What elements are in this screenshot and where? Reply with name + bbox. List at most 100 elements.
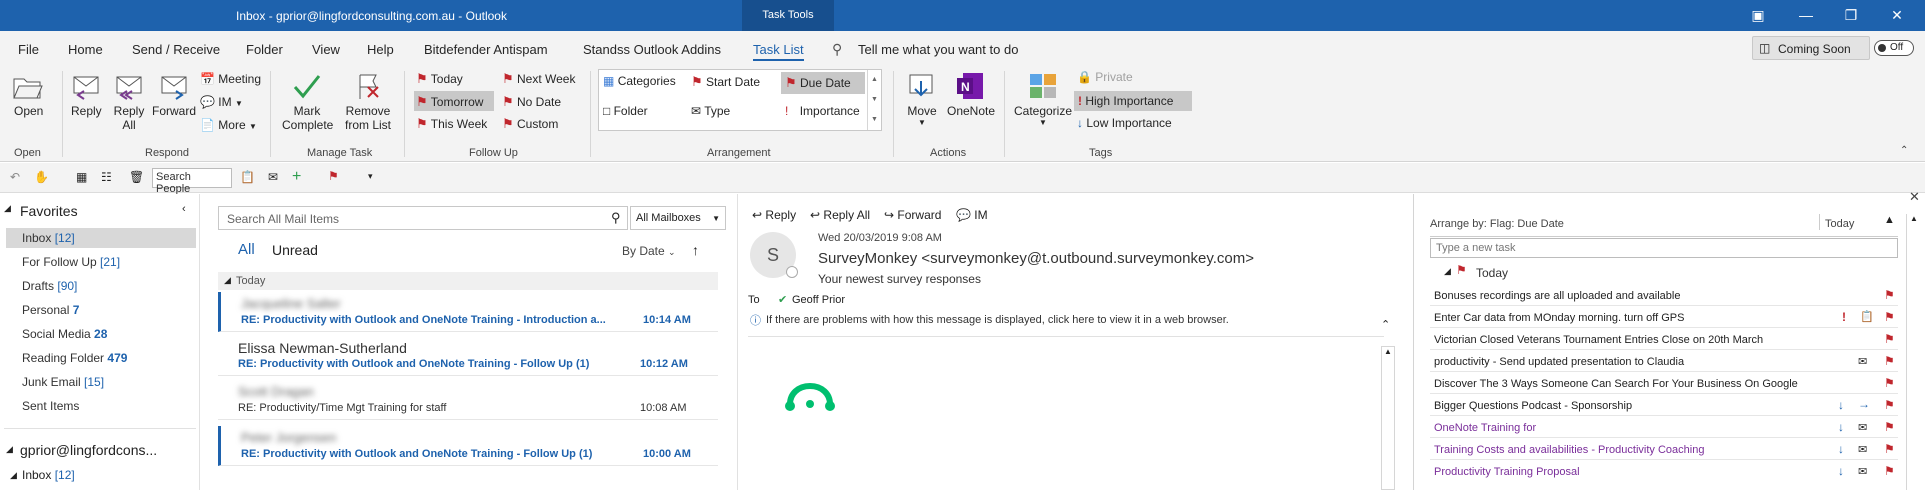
- low-importance-button[interactable]: ↓ Low Importance: [1077, 116, 1172, 130]
- arrange-categories[interactable]: ▦ Categories: [603, 74, 676, 88]
- task-row[interactable]: Productivity Training Proposal ↓ ✉ ⚑: [1414, 460, 1925, 482]
- scroll-up-icon[interactable]: ▲: [1910, 214, 1918, 223]
- filter-all-tab[interactable]: All: [238, 241, 255, 258]
- reply-button[interactable]: Reply: [70, 71, 106, 118]
- task-group-today[interactable]: Today: [1476, 266, 1508, 280]
- flag-icon[interactable]: ⚑: [1884, 354, 1895, 368]
- minimize-button[interactable]: —: [1785, 0, 1827, 31]
- collapse-header-icon[interactable]: ⌃: [1381, 318, 1390, 331]
- flag-icon[interactable]: ⚑: [1884, 332, 1895, 346]
- tab-home[interactable]: Home: [68, 42, 103, 57]
- customize-toolbar-icon[interactable]: ▾: [368, 171, 373, 182]
- folder-reading-folder[interactable]: Reading Folder 479: [22, 351, 127, 365]
- coming-soon-toggle[interactable]: Off: [1874, 40, 1914, 56]
- touch-mode-icon[interactable]: ✋: [34, 170, 49, 184]
- private-button[interactable]: 🔒 Private: [1077, 70, 1133, 84]
- followup-this-week-button[interactable]: ⚑ This Week: [414, 114, 494, 132]
- flag-icon[interactable]: ⚑: [1884, 464, 1895, 478]
- move-button[interactable]: Move ▼: [902, 71, 942, 127]
- im-button[interactable]: 💬 IM ▼: [200, 95, 243, 109]
- task-row[interactable]: Discover The 3 Ways Someone Can Search F…: [1414, 372, 1925, 394]
- tab-help[interactable]: Help: [367, 42, 394, 57]
- forward-button[interactable]: Forward: [152, 71, 196, 118]
- arrange-type[interactable]: ✉ Type: [691, 104, 730, 118]
- task-row[interactable]: Training Costs and availabilities - Prod…: [1414, 438, 1925, 460]
- undo-icon[interactable]: ↶: [10, 170, 20, 184]
- followup-today-button[interactable]: ⚑ Today: [414, 69, 494, 87]
- group-header-today[interactable]: ◢ Today: [218, 272, 718, 290]
- collapse-triangle-icon[interactable]: ◢: [1444, 266, 1451, 277]
- new-task-input[interactable]: Type a new task: [1430, 238, 1898, 258]
- list-item[interactable]: Peter Jorgensen RE: Productivity with Ou…: [218, 426, 718, 466]
- followup-custom-button[interactable]: ⚑ Custom: [500, 114, 560, 132]
- favorites-heading[interactable]: Favorites: [20, 203, 78, 219]
- ribbon-display-options-icon[interactable]: ▣: [1737, 0, 1779, 31]
- search-scope-dropdown[interactable]: All Mailboxes ▼: [630, 206, 726, 230]
- folder-social-media[interactable]: Social Media 28: [22, 327, 107, 341]
- followup-no-date-button[interactable]: ⚑ No Date: [500, 92, 563, 110]
- filter-unread-tab[interactable]: Unread: [272, 242, 318, 258]
- folder-sent-items[interactable]: Sent Items: [22, 399, 79, 413]
- arrange-due-date[interactable]: ⚑ Due Date: [781, 72, 865, 94]
- task-row[interactable]: Bonuses recordings are all uploaded and …: [1414, 284, 1925, 306]
- message-from[interactable]: SurveyMonkey <surveymonkey@t.outbound.su…: [818, 250, 1254, 267]
- search-icon[interactable]: ⚲: [611, 210, 621, 226]
- list-item[interactable]: Jacqueline Salter RE: Productivity with …: [218, 292, 718, 332]
- arrange-start-date[interactable]: ⚑ Start Date: [691, 74, 760, 90]
- task-row[interactable]: productivity - Send updated presentation…: [1414, 350, 1925, 372]
- list-item[interactable]: Elissa Newman-Sutherland RE: Productivit…: [218, 336, 718, 376]
- sort-direction-icon[interactable]: ▲: [1884, 214, 1895, 226]
- meeting-button[interactable]: 📅 Meeting: [200, 72, 261, 86]
- search-box[interactable]: Search All Mail Items ⚲: [218, 206, 628, 230]
- arrange-by-label[interactable]: Arrange by: Flag: Due Date: [1430, 218, 1564, 230]
- sort-dropdown[interactable]: By Date ⌄: [622, 244, 676, 258]
- task-scrollbar[interactable]: ▲: [1906, 214, 1920, 490]
- flag-icon[interactable]: ⚑: [1884, 420, 1895, 434]
- tab-bitdefender[interactable]: Bitdefender Antispam: [424, 42, 548, 57]
- reply-all-button[interactable]: Reply All: [111, 71, 147, 132]
- reading-im-button[interactable]: 💬 IM: [956, 208, 988, 222]
- to-recipient[interactable]: Geoff Prior: [792, 294, 845, 306]
- arrange-folder[interactable]: □ Folder: [603, 104, 648, 118]
- new-item-icon[interactable]: +: [292, 168, 301, 186]
- collapse-ribbon-icon[interactable]: ⌃: [1900, 145, 1908, 156]
- close-button[interactable]: ✕: [1876, 0, 1918, 31]
- tab-send-receive[interactable]: Send / Receive: [132, 42, 220, 57]
- collapse-triangle-icon[interactable]: ◢: [4, 203, 11, 214]
- tab-file[interactable]: File: [18, 42, 39, 57]
- collapse-pane-icon[interactable]: ‹: [182, 203, 186, 215]
- scroll-up-icon[interactable]: ▲: [1384, 347, 1392, 356]
- reading-forward-button[interactable]: ↪ Forward: [884, 208, 941, 222]
- more-button[interactable]: 📄 More ▼: [200, 118, 257, 132]
- collapse-triangle-icon[interactable]: ◢: [10, 470, 17, 481]
- remove-from-list-button[interactable]: Remove from List: [340, 71, 396, 132]
- delete-icon[interactable]: 🗑: [129, 170, 144, 184]
- mark-complete-button[interactable]: Mark Complete: [282, 71, 333, 132]
- tell-me-search[interactable]: Tell me what you want to do: [858, 42, 1018, 57]
- arrange-value[interactable]: Today: [1825, 218, 1854, 230]
- mail-icon[interactable]: ✉: [268, 170, 278, 184]
- clipboard-icon[interactable]: 📋: [240, 170, 255, 184]
- sort-direction-icon[interactable]: ↑: [692, 242, 699, 258]
- reading-reply-button[interactable]: ↩ Reply: [752, 208, 796, 222]
- coming-soon-button[interactable]: ◫ Coming Soon: [1752, 36, 1870, 60]
- flag-icon[interactable]: ⚑: [1884, 310, 1895, 324]
- task-row[interactable]: Bigger Questions Podcast - Sponsorship ↓ →…: [1414, 394, 1925, 416]
- close-icon[interactable]: ✕: [1909, 189, 1920, 205]
- followup-tomorrow-button[interactable]: ⚑ Tomorrow: [414, 91, 494, 111]
- info-bar[interactable]: If there are problems with how this mess…: [766, 314, 1229, 326]
- reading-reply-all-button[interactable]: ↩ Reply All: [810, 208, 870, 222]
- high-importance-button[interactable]: ! High Importance: [1074, 91, 1192, 111]
- tab-view[interactable]: View: [312, 42, 340, 57]
- account-heading[interactable]: gprior@lingfordcons...: [20, 442, 157, 458]
- search-input[interactable]: Search All Mail Items: [227, 212, 339, 226]
- task-row[interactable]: Enter Car data from MOnday morning. turn…: [1414, 306, 1925, 328]
- flag-icon[interactable]: ⚑: [1884, 376, 1895, 390]
- tab-folder[interactable]: Folder: [246, 42, 283, 57]
- address-book-icon[interactable]: ▦: [76, 170, 87, 184]
- onenote-button[interactable]: N OneNote: [946, 71, 996, 118]
- gallery-scroll[interactable]: ▲ ▼ ▼: [867, 70, 881, 130]
- restore-button[interactable]: ❐: [1830, 0, 1872, 31]
- flag-icon[interactable]: ⚑: [1884, 398, 1895, 412]
- flag-icon[interactable]: ⚑: [1884, 288, 1895, 302]
